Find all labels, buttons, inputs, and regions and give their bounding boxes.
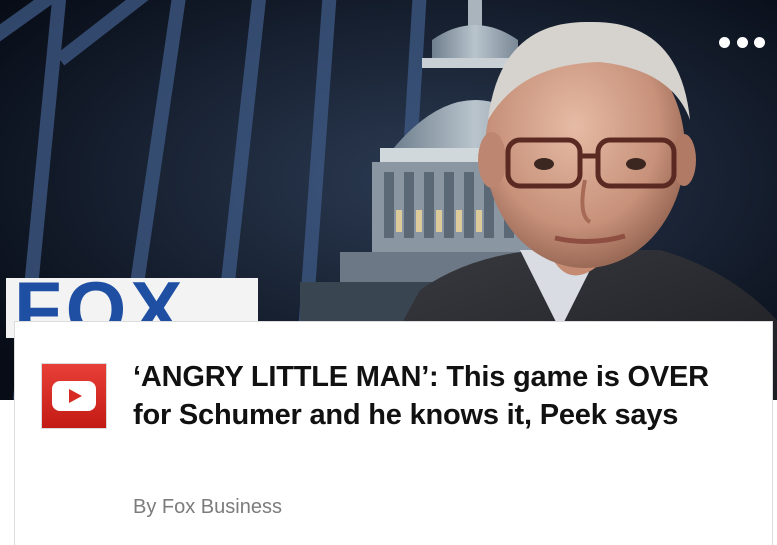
article-byline: By Fox Business xyxy=(133,496,282,518)
more-horizontal-icon xyxy=(754,36,765,48)
news-card[interactable]: FOX ‘ANGRY LITTLE MAN’: This game is OVE… xyxy=(0,0,777,545)
more-horizontal-icon xyxy=(736,36,748,48)
more-options-button[interactable] xyxy=(719,30,765,54)
article-headline[interactable]: ‘ANGRY LITTLE MAN’: This game is OVER fo… xyxy=(133,358,733,434)
article-info-panel[interactable]: ‘ANGRY LITTLE MAN’: This game is OVER fo… xyxy=(14,321,773,545)
youtube-icon[interactable] xyxy=(41,363,107,429)
more-horizontal-icon xyxy=(719,36,730,48)
play-icon xyxy=(52,381,96,411)
